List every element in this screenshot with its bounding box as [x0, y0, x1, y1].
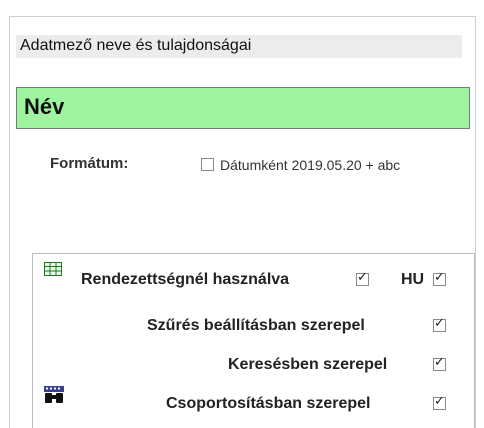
hu-checkbox[interactable] — [433, 270, 446, 286]
search-option-label: Keresésben szerepel — [228, 356, 388, 373]
section-title: Adatmező neve és tulajdonságai — [20, 37, 252, 54]
search-checkbox[interactable] — [433, 355, 446, 371]
format-option-label: Dátumként 2019.05.20 + abc — [220, 157, 401, 173]
group-option-label: Csoportosításban szerepel — [166, 395, 371, 412]
sort-option-label: Rendezettségnél használva — [81, 271, 290, 288]
table-grid-icon — [44, 262, 62, 276]
field-name-value: Név — [24, 94, 65, 119]
filter-checkbox[interactable] — [433, 316, 446, 332]
filter-option-label: Szűrés beállításban szerepel — [147, 317, 365, 334]
format-checkbox[interactable] — [201, 158, 214, 171]
section-header: Adatmező neve és tulajdonságai — [16, 35, 462, 58]
binoculars-icon — [44, 386, 64, 403]
group-checkbox[interactable] — [433, 394, 446, 410]
sort-checkbox[interactable] — [356, 270, 369, 286]
hu-option-label: HU — [401, 271, 425, 288]
field-name-box[interactable]: Név — [16, 87, 470, 129]
format-label: Formátum: — [50, 155, 129, 172]
